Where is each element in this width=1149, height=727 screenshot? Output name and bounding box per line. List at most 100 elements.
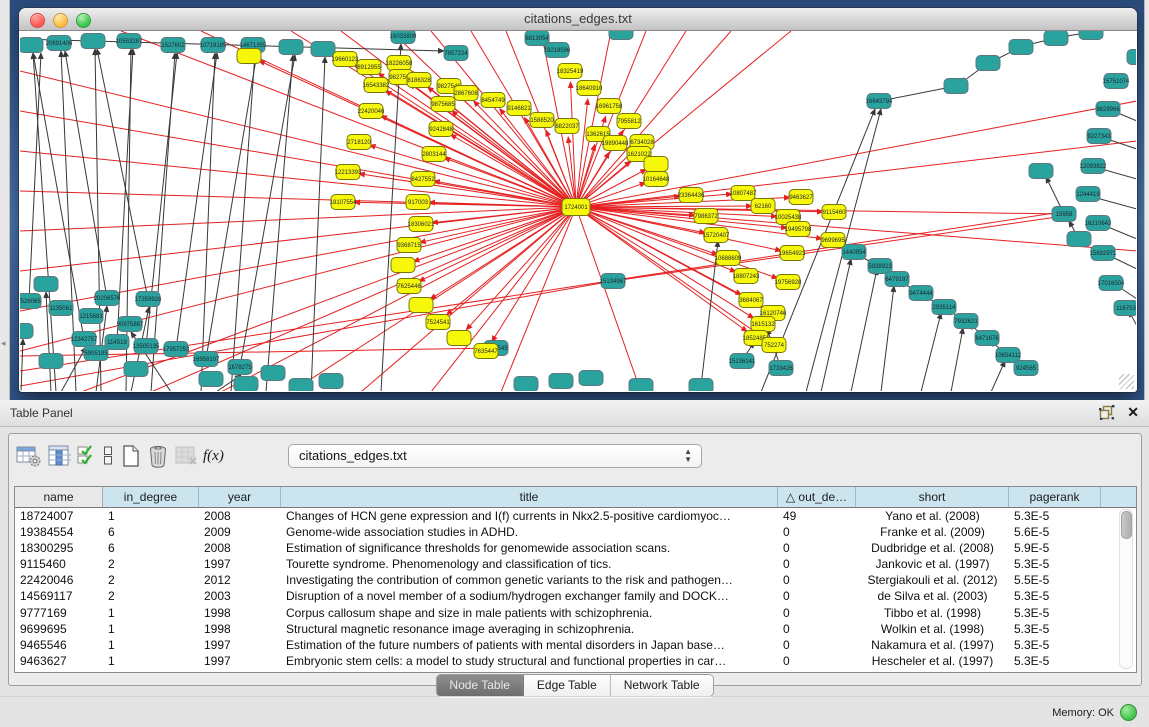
table-cell[interactable]: Corpus callosum shape and size in male p… (281, 605, 778, 621)
table-cell[interactable]: Nakamura et al. (1997) (856, 637, 1009, 653)
table-cell[interactable]: 5.5E-5 (1009, 572, 1101, 588)
table-row[interactable]: 2242004622012Investigating the contribut… (15, 572, 1136, 588)
table-cell[interactable]: 1998 (199, 621, 281, 637)
table-row[interactable]: 1938455462009Genome-wide association stu… (15, 524, 1136, 540)
table-cell[interactable]: 9115460 (15, 556, 103, 572)
graph-node[interactable] (629, 379, 653, 392)
table-cell[interactable]: 18300295 (15, 540, 103, 556)
table-row[interactable]: 977716911998Corpus callosum shape and si… (15, 605, 1136, 621)
table-cell[interactable]: 1997 (199, 653, 281, 669)
network-window-titlebar[interactable]: citations_edges.txt (19, 8, 1137, 31)
table-cell[interactable]: 2008 (199, 540, 281, 556)
column-header-in_degree[interactable]: in_degree (103, 487, 199, 507)
graph-node[interactable] (199, 372, 223, 387)
table-row[interactable]: 1872400712008Changes of HCN gene express… (15, 508, 1136, 524)
left-splitter[interactable]: ◂ (0, 0, 10, 400)
graph-node[interactable] (1067, 232, 1091, 247)
graph-node[interactable] (81, 34, 105, 49)
table-cell[interactable]: 22420046 (15, 572, 103, 588)
tab-edge-table[interactable]: Edge Table (524, 675, 611, 696)
table-cell[interactable]: Tourette syndrome. Phenomenology and cla… (281, 556, 778, 572)
delete-column-button-disabled[interactable] (174, 443, 198, 469)
table-select-dropdown[interactable]: citations_edges.txt ▲▼ (288, 444, 702, 468)
graph-node[interactable] (976, 56, 1000, 71)
delete-table-button[interactable] (147, 443, 169, 469)
table-cell[interactable]: 2009 (199, 524, 281, 540)
table-cell[interactable]: 0 (778, 588, 856, 604)
table-cell[interactable]: Franke et al. (2009) (856, 524, 1009, 540)
table-row[interactable]: 1456911722003Disruption of a novel membe… (15, 588, 1136, 604)
table-cell[interactable]: 0 (778, 637, 856, 653)
column-chooser-button[interactable] (47, 443, 71, 469)
table-cell[interactable]: Yano et al. (2008) (856, 508, 1009, 524)
column-header-year[interactable]: year (199, 487, 281, 507)
table-cell[interactable]: 5.9E-5 (1009, 540, 1101, 556)
column-header-name[interactable]: name (15, 487, 103, 507)
row-height-button[interactable] (101, 443, 115, 469)
table-cell[interactable]: 6 (103, 540, 199, 556)
table-cell[interactable]: Disruption of a novel member of a sodium… (281, 588, 778, 604)
new-table-button[interactable] (120, 443, 142, 469)
table-cell[interactable]: 0 (778, 572, 856, 588)
table-cell[interactable]: 5.6E-5 (1009, 524, 1101, 540)
graph-node[interactable] (644, 157, 668, 172)
table-cell[interactable]: Embryonic stem cells: a model to study s… (281, 653, 778, 669)
table-cell[interactable]: Jankovic et al. (1997) (856, 556, 1009, 572)
table-settings-button[interactable] (16, 443, 42, 469)
table-cell[interactable]: 5.3E-5 (1009, 556, 1101, 572)
memory-status-indicator-icon[interactable] (1120, 704, 1137, 721)
table-cell[interactable]: 5.3E-5 (1009, 588, 1101, 604)
graph-node[interactable] (447, 331, 471, 346)
graph-node[interactable] (20, 324, 33, 339)
table-cell[interactable]: Hescheler et al. (1997) (856, 653, 1009, 669)
table-cell[interactable]: 6 (103, 524, 199, 540)
table-cell[interactable]: 1 (103, 637, 199, 653)
table-cell[interactable]: 1 (103, 605, 199, 621)
table-cell[interactable]: Stergiakouli et al. (2012) (856, 572, 1009, 588)
graph-node[interactable] (279, 40, 303, 55)
minimize-window-button[interactable] (53, 13, 68, 28)
table-row[interactable]: 969969511998Structural magnetic resonanc… (15, 621, 1136, 637)
table-cell[interactable]: 1998 (199, 605, 281, 621)
graph-node[interactable] (261, 366, 285, 381)
tab-node-table[interactable]: Node Table (436, 675, 524, 696)
column-header-pagerank[interactable]: pagerank (1009, 487, 1101, 507)
network-graph[interactable]: 2069140610553287152760210719185146713551… (20, 31, 1136, 391)
table-cell[interactable]: 14569117 (15, 588, 103, 604)
scrollbar-thumb[interactable] (1121, 511, 1132, 539)
table-cell[interactable]: Investigating the contribution of common… (281, 572, 778, 588)
table-row[interactable]: 911546021997Tourette syndrome. Phenomeno… (15, 556, 1136, 572)
graph-node[interactable] (237, 49, 261, 64)
close-panel-icon[interactable]: ✕ (1127, 404, 1139, 420)
table-cell[interactable]: Genome-wide association studies in ADHD. (281, 524, 778, 540)
graph-node[interactable] (609, 31, 633, 40)
table-cell[interactable]: Tibbo et al. (1998) (856, 605, 1009, 621)
function-builder-button[interactable]: f(x) (203, 443, 224, 469)
table-cell[interactable]: 5.3E-5 (1009, 637, 1101, 653)
table-cell[interactable]: 9463627 (15, 653, 103, 669)
graph-node[interactable] (1009, 40, 1033, 55)
close-window-button[interactable] (30, 13, 45, 28)
table-cell[interactable]: 1997 (199, 637, 281, 653)
table-row[interactable]: 946362711997Embryonic stem cells: a mode… (15, 653, 1136, 669)
table-cell[interactable]: 1 (103, 653, 199, 669)
table-cell[interactable]: Estimation of significance thresholds fo… (281, 540, 778, 556)
graph-node[interactable] (124, 362, 148, 377)
table-cell[interactable]: 0 (778, 540, 856, 556)
graph-node[interactable] (944, 79, 968, 94)
resize-grip[interactable] (1119, 374, 1134, 389)
graph-node[interactable] (1029, 164, 1053, 179)
table-cell[interactable]: Wolkin et al. (1998) (856, 621, 1009, 637)
graph-node[interactable] (289, 379, 313, 392)
graph-node[interactable] (311, 42, 335, 57)
table-cell[interactable]: 0 (778, 653, 856, 669)
table-cell[interactable]: 2003 (199, 588, 281, 604)
table-cell[interactable]: Estimation of the future numbers of pati… (281, 637, 778, 653)
graph-node[interactable] (39, 354, 63, 369)
table-cell[interactable]: 5.3E-5 (1009, 653, 1101, 669)
table-cell[interactable]: 0 (778, 605, 856, 621)
column-header-out_de[interactable]: △ out_de… (778, 487, 856, 507)
table-cell[interactable]: 0 (778, 621, 856, 637)
column-header-title[interactable]: title (281, 487, 778, 507)
table-cell[interactable]: 9777169 (15, 605, 103, 621)
